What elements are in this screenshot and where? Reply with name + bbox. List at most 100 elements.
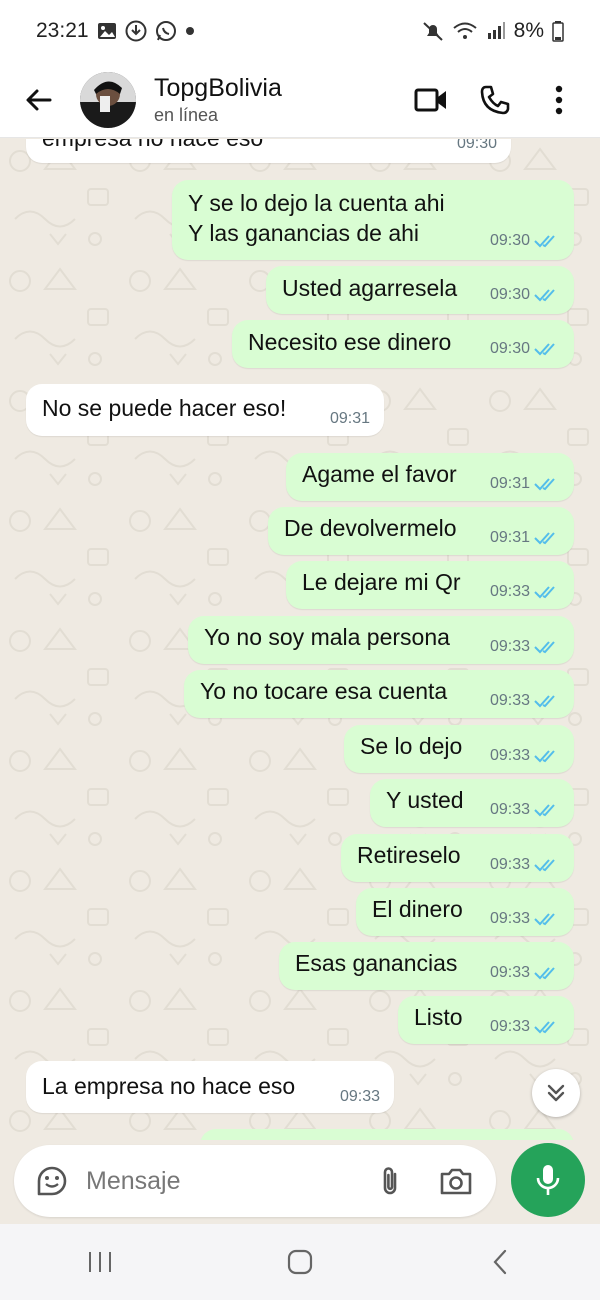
- read-ticks-icon: [534, 911, 560, 927]
- message-outgoing[interactable]: Y usted 09:33: [370, 779, 574, 827]
- read-ticks-icon: [534, 530, 560, 546]
- home-icon[interactable]: [260, 1232, 340, 1292]
- message-meta: 09:31: [490, 475, 560, 493]
- message-text: Esas ganancias: [295, 950, 458, 976]
- read-ticks-icon: [534, 584, 560, 600]
- chat-header: TopgBolivia en línea: [0, 62, 600, 138]
- status-right: 8%: [422, 19, 564, 43]
- message-meta: 09:31: [330, 410, 370, 428]
- message-meta: 09:30: [457, 139, 497, 153]
- message-meta: 09:33: [490, 583, 560, 601]
- message-text: No se puede hacer eso!: [42, 395, 287, 421]
- scroll-down-button[interactable]: [532, 1069, 580, 1117]
- read-ticks-icon: [534, 965, 560, 981]
- status-bar: 23:21 8%: [0, 0, 600, 62]
- message-meta: 09:33: [490, 856, 560, 874]
- back-arrow-icon[interactable]: [14, 75, 64, 125]
- system-nav-bar: [0, 1224, 600, 1300]
- message-incoming[interactable]: La empresa no hace eso 09:33: [26, 1061, 394, 1113]
- status-time: 23:21: [36, 19, 89, 42]
- video-call-icon[interactable]: [402, 71, 460, 129]
- message-meta: 09:33: [490, 910, 560, 928]
- message-text: De devolvermelo: [284, 515, 457, 541]
- message-time: 09:30: [489, 286, 530, 303]
- message-meta: 09:33: [490, 692, 560, 710]
- contact-status: en línea: [154, 104, 219, 125]
- message-time: 09:30: [489, 232, 530, 249]
- message-outgoing[interactable]: Se lo dejo 09:33: [344, 725, 574, 773]
- read-ticks-icon: [534, 857, 560, 873]
- message-text: Retireselo: [357, 842, 461, 868]
- message-outgoing[interactable]: Necesito ese dinero 09:30: [232, 320, 574, 368]
- message-outgoing[interactable]: Esas ganancias 09:33: [279, 942, 574, 990]
- message-outgoing[interactable]: Yo no soy mala persona 09:33: [188, 616, 574, 664]
- read-ticks-icon: [534, 693, 560, 709]
- read-ticks-icon: [534, 233, 560, 249]
- download-icon: [125, 20, 147, 42]
- message-text: Le dejare mi Qr: [302, 569, 461, 595]
- message-text: Yo no soy mala persona: [204, 624, 450, 650]
- message-incoming[interactable]: empresa no hace eso 09:30: [26, 139, 511, 163]
- read-ticks-icon: [534, 748, 560, 764]
- message-outgoing[interactable]: Yo no tocare esa cuenta 09:33: [184, 670, 574, 718]
- header-actions: [396, 71, 588, 129]
- message-meta: 09:33: [490, 638, 560, 656]
- sticker-icon[interactable]: [24, 1153, 80, 1209]
- contact-name: TopgBolivia: [154, 73, 282, 102]
- message-outgoing[interactable]: El dinero 09:33: [356, 888, 574, 936]
- more-vert-icon[interactable]: [530, 71, 588, 129]
- battery-icon: [552, 20, 564, 42]
- camera-icon[interactable]: [428, 1153, 484, 1209]
- message-text: Se lo dejo: [360, 733, 463, 759]
- message-meta: 09:33: [490, 801, 560, 819]
- message-time: 09:33: [489, 801, 530, 818]
- contact-info[interactable]: TopgBolivia en línea: [154, 73, 282, 127]
- message-time: 09:33: [489, 856, 530, 873]
- message-time: 09:30: [456, 139, 497, 152]
- message-outgoing[interactable]: Agame el favor 09:31: [286, 453, 574, 501]
- battery-level: 8%: [513, 19, 544, 42]
- message-outgoing[interactable]: Retireselo 09:33: [341, 834, 574, 882]
- message-text: Agame el favor: [302, 461, 457, 487]
- message-meta: 09:33: [490, 964, 560, 982]
- message-meta: 09:30: [490, 232, 560, 250]
- dot-icon: [185, 26, 195, 36]
- message-text: Y se lo dejo la cuenta ahi: [188, 190, 445, 216]
- message-text: Listo: [414, 1004, 463, 1030]
- phone-call-icon[interactable]: [466, 71, 524, 129]
- message-outgoing[interactable]: [200, 1129, 574, 1140]
- message-time: 09:31: [489, 475, 530, 492]
- message-text: Y usted: [386, 787, 464, 813]
- message-time: 09:33: [489, 692, 530, 709]
- message-text: empresa no hace eso: [42, 139, 263, 152]
- message-outgoing[interactable]: Listo 09:33: [398, 996, 574, 1044]
- mute-icon: [422, 20, 444, 42]
- chat-area[interactable]: empresa no hace eso 09:30 Y se lo dejo l…: [0, 139, 600, 1140]
- message-meta: 09:33: [490, 1018, 560, 1036]
- message-outgoing[interactable]: Usted agarresela 09:30: [266, 266, 574, 314]
- message-outgoing[interactable]: Le dejare mi Qr 09:33: [286, 561, 574, 609]
- message-text: El dinero: [372, 896, 463, 922]
- message-time: 09:33: [489, 583, 530, 600]
- message-meta: 09:30: [490, 286, 560, 304]
- message-outgoing[interactable]: De devolvermelo 09:31: [268, 507, 574, 555]
- avatar[interactable]: [80, 71, 136, 128]
- back-nav-icon[interactable]: [460, 1232, 540, 1292]
- message-time: 09:31: [329, 410, 370, 427]
- wifi-icon: [452, 21, 478, 41]
- message-meta: 09:30: [490, 340, 560, 358]
- message-time: 09:33: [339, 1088, 380, 1105]
- message-outgoing[interactable]: Y se lo dejo la cuenta ahi Y las gananci…: [172, 180, 574, 260]
- status-left: 23:21: [36, 19, 195, 43]
- message-time: 09:30: [489, 340, 530, 357]
- message-meta: 09:33: [490, 747, 560, 765]
- recents-icon[interactable]: [60, 1232, 140, 1292]
- message-text: Y las ganancias de ahi: [188, 220, 420, 246]
- attach-icon[interactable]: [362, 1153, 418, 1209]
- gallery-icon: [97, 22, 117, 40]
- whatsapp-icon: [155, 20, 177, 42]
- message-input[interactable]: [84, 1165, 348, 1197]
- mic-button[interactable]: [511, 1143, 585, 1217]
- message-incoming[interactable]: No se puede hacer eso! 09:31: [26, 384, 384, 436]
- message-text: Necesito ese dinero: [248, 329, 452, 355]
